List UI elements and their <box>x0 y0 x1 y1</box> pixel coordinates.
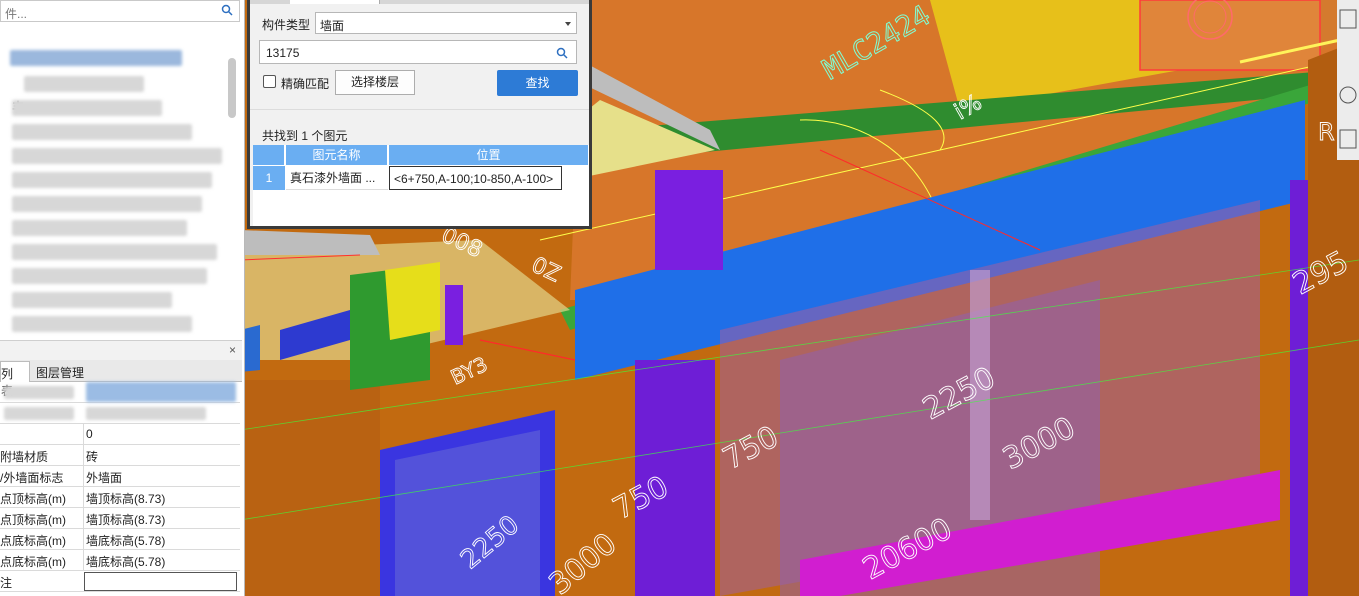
property-row[interactable]: 点顶标高(m) 墙顶标高(8.73) <box>0 508 240 529</box>
result-table: 图元名称 位置 1 真石漆外墙面 ... <6+750,A-100;10-850… <box>253 145 589 226</box>
table-header-position[interactable]: 位置 <box>389 145 589 165</box>
property-key: 注 <box>0 576 13 590</box>
viewport-toolbar[interactable] <box>1337 0 1359 160</box>
find-dialog: 构件类型 墙面 13175 精确匹配 选择楼层 查找 共找到 1 个图元 图元名… <box>247 0 592 229</box>
property-value[interactable]: 墙顶标高(8.73) <box>86 511 165 528</box>
component-search-placeholder: 件... <box>5 7 28 21</box>
search-icon[interactable] <box>221 4 233 16</box>
component-search-box[interactable]: 件... <box>0 0 240 22</box>
tab-list[interactable]: 列表 <box>0 361 30 398</box>
property-row[interactable] <box>0 382 240 403</box>
property-value[interactable]: 墙底标高(5.78) <box>86 553 165 570</box>
property-value[interactable]: 砖 <box>86 448 98 465</box>
search-icon[interactable] <box>556 47 568 59</box>
close-icon[interactable]: × <box>229 343 236 357</box>
table-cell-name[interactable]: 真石漆外墙面 ... <box>286 166 388 190</box>
exact-match-checkbox[interactable] <box>263 75 276 88</box>
property-row[interactable]: 0 <box>0 424 240 445</box>
tree-item[interactable] <box>12 292 172 308</box>
dim-label-r: R <box>1318 118 1335 146</box>
tree-item[interactable] <box>12 220 187 236</box>
component-type-value: 墙面 <box>320 19 345 33</box>
tree-item[interactable] <box>12 196 202 212</box>
property-row[interactable]: 点底标高(m) 墙底标高(5.78) <box>0 550 240 571</box>
exact-match-label[interactable]: 精确匹配 <box>281 75 329 92</box>
property-value[interactable]: 墙底标高(5.78) <box>86 532 165 549</box>
element-search-input[interactable]: 13175 <box>259 40 577 64</box>
table-header-name[interactable]: 图元名称 <box>286 145 388 165</box>
chevron-down-icon[interactable] <box>565 22 571 26</box>
property-key: 点底标高(m) <box>0 534 66 548</box>
tree-scrollbar[interactable] <box>228 58 236 118</box>
property-row[interactable]: 附墙材质 砖 <box>0 445 240 466</box>
panel-splitter[interactable]: × <box>0 340 242 360</box>
tree-item[interactable] <box>12 124 192 140</box>
property-key: 点顶标高(m) <box>0 513 66 527</box>
tree-item[interactable] <box>12 244 217 260</box>
left-panel: 件... 丰 × 列表 图层管理 <box>0 0 245 596</box>
result-count: 共找到 1 个图元 <box>262 129 348 143</box>
table-header-corner <box>253 145 285 165</box>
property-key: 点顶标高(m) <box>0 492 66 506</box>
tree-item[interactable] <box>12 268 207 284</box>
tree-item[interactable] <box>12 172 212 188</box>
property-tabs: 列表 图层管理 <box>0 360 242 398</box>
property-key: /外墙面标志 <box>0 471 64 485</box>
property-key: 点底标高(m) <box>0 555 66 569</box>
property-row[interactable]: /外墙面标志 外墙面 <box>0 466 240 487</box>
property-row[interactable]: 点顶标高(m) 墙顶标高(8.73) <box>0 487 240 508</box>
component-type-label: 构件类型 <box>262 18 311 32</box>
component-tree[interactable]: 丰 <box>0 22 240 340</box>
tab-layer-management[interactable]: 图层管理 <box>30 361 90 382</box>
tree-item-selected[interactable] <box>10 50 182 66</box>
find-button[interactable]: 查找 <box>497 70 578 96</box>
remark-input[interactable] <box>84 572 237 591</box>
dialog-divider <box>250 109 589 110</box>
property-key: 附墙材质 <box>0 450 49 464</box>
tree-item[interactable] <box>24 76 144 92</box>
table-row-index[interactable]: 1 <box>253 166 285 190</box>
dialog-tab[interactable] <box>290 0 380 4</box>
element-search-value: 13175 <box>266 46 300 60</box>
select-floor-button[interactable]: 选择楼层 <box>335 70 415 95</box>
tree-item[interactable] <box>12 316 192 332</box>
component-type-select[interactable]: 墙面 <box>315 12 577 34</box>
property-row[interactable]: 点底标高(m) 墙底标高(5.78) <box>0 529 240 550</box>
property-value[interactable]: 0 <box>86 427 93 441</box>
property-value[interactable]: 墙顶标高(8.73) <box>86 490 165 507</box>
tree-item[interactable] <box>12 148 222 164</box>
property-value[interactable]: 外墙面 <box>86 469 122 486</box>
property-row[interactable]: 注 <box>0 571 240 592</box>
property-row[interactable] <box>0 403 240 424</box>
tree-item[interactable] <box>12 100 162 116</box>
table-cell-position[interactable]: <6+750,A-100;10-850,A-100> <box>389 166 562 190</box>
